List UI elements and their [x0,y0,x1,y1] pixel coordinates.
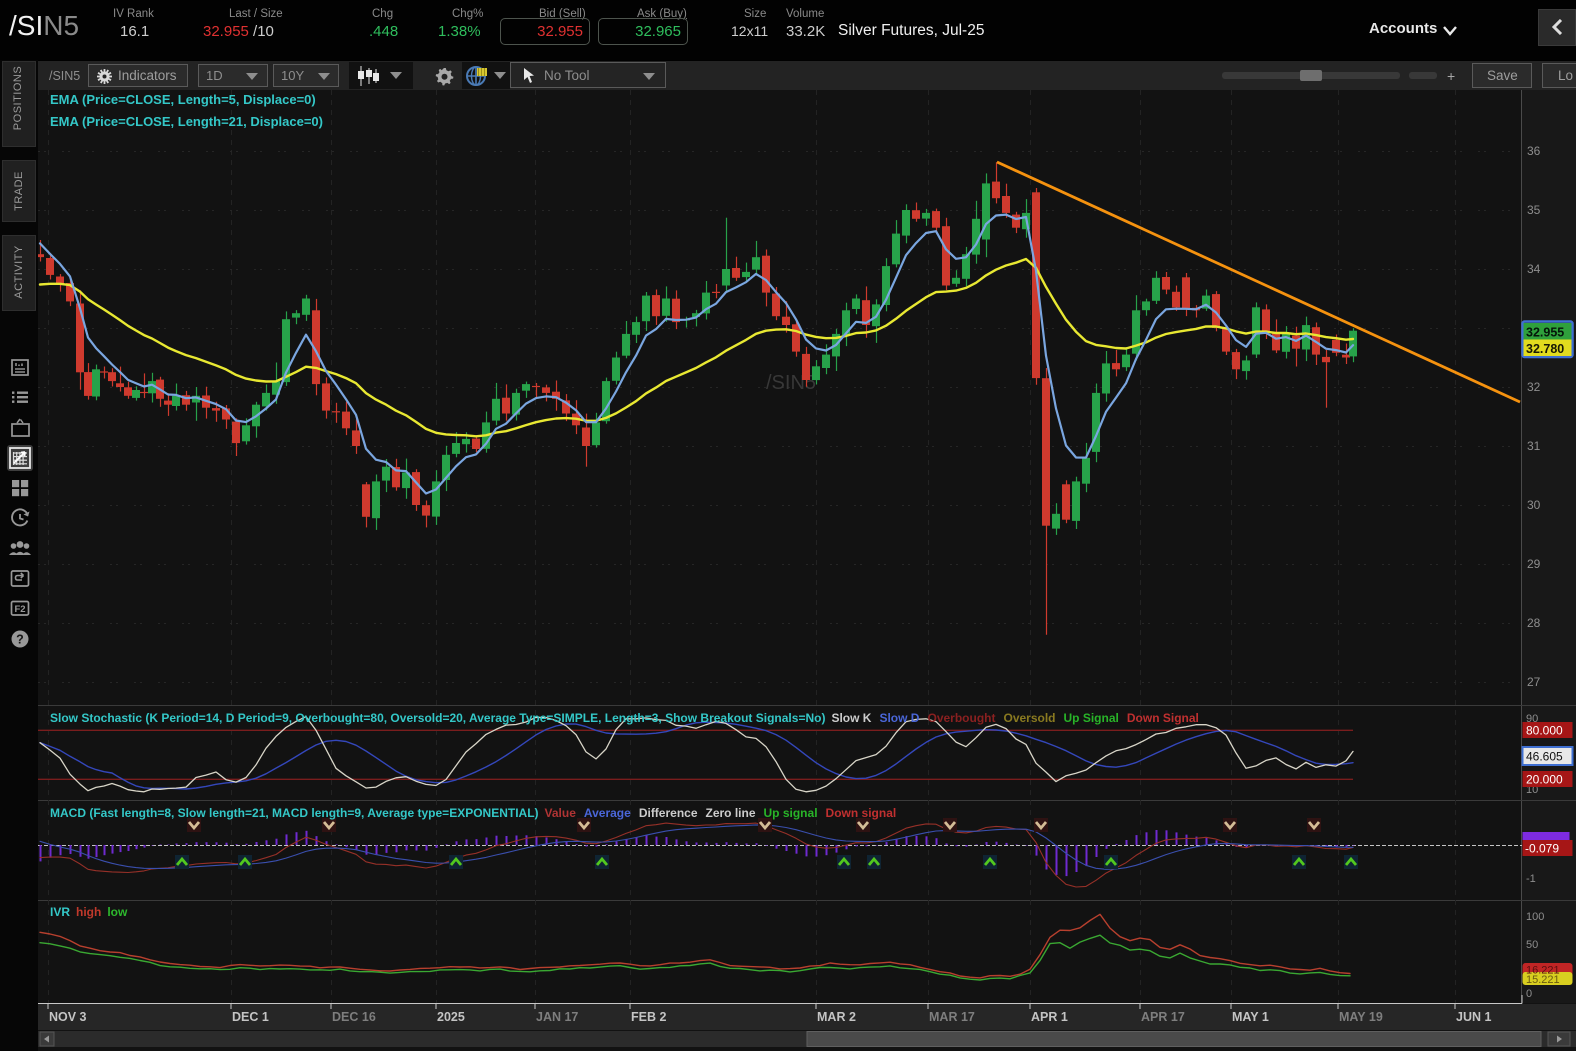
svg-text:31: 31 [1527,439,1541,453]
svg-text:46.605: 46.605 [1526,750,1563,764]
svg-text:35: 35 [1527,203,1541,217]
svg-text:-1: -1 [1526,873,1536,885]
svg-text:29: 29 [1527,557,1541,571]
svg-text:?: ? [16,633,24,647]
svg-text:30: 30 [1527,498,1541,512]
svg-text:0: 0 [1526,988,1532,1000]
svg-text:DEC 1: DEC 1 [232,1010,269,1024]
svg-text:MAR 2: MAR 2 [817,1010,856,1024]
svg-text:MAY 19: MAY 19 [1339,1010,1383,1024]
svg-text:JAN 17: JAN 17 [536,1010,578,1024]
svg-text:-0.079: -0.079 [1525,842,1559,856]
svg-text:NOV 3: NOV 3 [49,1010,87,1024]
svg-text:20.000: 20.000 [1526,773,1563,787]
svg-text:2025: 2025 [437,1010,465,1024]
svg-text:Slow Stochastic (K Period=14,: Slow Stochastic (K Period=14, D Period=9… [50,711,1199,725]
svg-text:50: 50 [1526,939,1538,951]
svg-text:28: 28 [1527,616,1541,630]
svg-text:IVRhighlow: IVR high low [50,905,128,919]
svg-text:34: 34 [1527,262,1541,276]
svg-text:80.000: 80.000 [1526,724,1563,738]
svg-text:27: 27 [1527,675,1541,689]
svg-text:15.221: 15.221 [1526,974,1560,986]
svg-text:32.955: 32.955 [1526,326,1564,340]
svg-text:MAR 17: MAR 17 [929,1010,975,1024]
svg-text:EMA (Price=CLOSE, Length=21, D: EMA (Price=CLOSE, Length=21, Displace=0) [50,114,323,129]
svg-text:MACD (Fast length=8, Slow leng: MACD (Fast length=8, Slow length=21, MAC… [50,806,896,820]
svg-text:MAY 1: MAY 1 [1232,1010,1269,1024]
svg-text:32.780: 32.780 [1526,342,1564,356]
svg-text:EMA (Price=CLOSE, Length=5, Di: EMA (Price=CLOSE, Length=5, Displace=0) [50,92,316,107]
svg-text:DEC 16: DEC 16 [332,1010,376,1024]
svg-text:FEB 2: FEB 2 [631,1010,666,1024]
svg-text:F2: F2 [14,604,25,615]
svg-text:36: 36 [1527,144,1541,158]
svg-text:100: 100 [1526,911,1544,923]
svg-text:JUN 1: JUN 1 [1456,1010,1491,1024]
svg-text:APR 1: APR 1 [1031,1010,1068,1024]
svg-text:32: 32 [1527,380,1541,394]
svg-text:APR 17: APR 17 [1141,1010,1185,1024]
